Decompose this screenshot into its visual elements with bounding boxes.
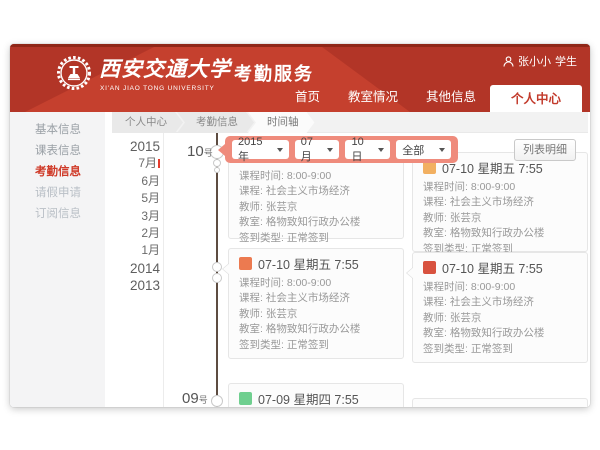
card-row-teacher: 教师: 张芸京 [239,307,393,322]
sidebar-item-schedule-info[interactable]: 课表信息 [10,141,105,162]
chevron-down-icon [277,148,283,152]
card-row-teacher: 教师: 张芸京 [423,211,577,226]
card-row-classroom: 教室: 格物致知行政办公楼 [423,226,577,241]
card-date: 07-10 星期五 7:55 [442,258,543,277]
breadcrumb-personal-center[interactable]: 个人中心 [112,112,183,133]
card-row-course-time: 课程时间: 8:00-9:00 [239,276,393,291]
scale-month-1[interactable]: 1月 [106,242,160,259]
current-month-tick [158,159,160,168]
scale-month-2[interactable]: 2月 [106,225,160,242]
card-row-teacher: 教师: 张芸京 [423,311,577,326]
scale-year-2015[interactable]: 2015 [106,138,160,155]
chevron-down-icon [439,148,445,152]
nav-personal-center[interactable]: 个人中心 [490,85,582,112]
app-title: 考勤服务 [234,60,314,86]
sidebar-item-basic-info[interactable]: 基本信息 [10,120,105,141]
signin-stamp-icon [239,392,252,405]
card-row-classroom: 教室: 格物致知行政办公楼 [239,215,393,230]
year-select-value: 2015年 [238,136,272,164]
main-nav: 首页 教室情况 其他信息 个人中心 [281,85,582,112]
day-label-09: 09号 [182,390,208,407]
timeline-node-small [212,262,222,272]
nav-home[interactable]: 首页 [281,85,334,112]
card-date: 07-10 星期五 7:55 [258,254,359,273]
card-row-signin-type: 签到类型: 正常签到 [239,338,393,353]
app-window: 西安交通大学 XI'AN JIAO TONG UNIVERSITY 考勤服务 张… [10,44,590,407]
app-header: 西安交通大学 XI'AN JIAO TONG UNIVERSITY 考勤服务 张… [10,44,590,112]
user-role: 学生 [555,53,577,69]
sidebar-item-attendance-info[interactable]: 考勤信息 [10,162,105,183]
timeline-node-large [211,395,223,407]
card-row-course-time: 课程时间: 8:00-9:00 [423,180,577,195]
card-row-signin-type: 签到类型: 正常签到 [239,231,393,246]
card-row-course: 课程: 社会主义市场经济 [423,195,577,210]
user-info[interactable]: 张小小 学生 [503,53,577,69]
timeline-node-small [214,167,220,173]
person-icon [503,56,514,67]
sidebar: 基本信息 课表信息 考勤信息 请假申请 订阅信息 [10,112,105,407]
sidebar-item-subscription-info[interactable]: 订阅信息 [10,204,105,225]
card-row-signin-type: 签到类型: 正常签到 [423,342,577,357]
timeline-scale: 2015 7月 6月 5月 3月 2月 1月 2014 2013 [106,138,160,295]
year-select[interactable]: 2015年 [232,140,289,159]
breadcrumb: 个人中心 考勤信息 时间轴 [112,112,588,133]
month-select-value: 07月 [301,136,323,164]
card-row-teacher: 教师: 张芸京 [239,200,393,215]
card-date: 07-09 星期四 7:55 [258,389,359,407]
attendance-card: 07-10 星期五 7:55 课程时间: 8:00-9:00 课程: 社会主义市… [412,152,588,252]
signin-stamp-icon [423,261,436,274]
type-select[interactable]: 全部 [396,140,451,159]
nav-other-info[interactable]: 其他信息 [412,85,490,112]
nav-classrooms[interactable]: 教室情况 [334,85,412,112]
chevron-down-icon [327,148,333,152]
chevron-down-icon [378,148,384,152]
attendance-card: 07-10 星期五 7:55 课程时间: 8:00-9:00 课程: 社会主义市… [412,252,588,363]
card-row-classroom: 教室: 格物致知行政办公楼 [239,322,393,337]
day-label-10: 10号 [187,143,213,160]
university-name-cn: 西安交通大学 [99,53,231,83]
scale-month-5[interactable]: 5月 [106,190,160,207]
scale-month-7[interactable]: 7月 [106,155,160,172]
breadcrumb-attendance-info[interactable]: 考勤信息 [177,112,254,133]
breadcrumb-timeline: 时间轴 [248,112,315,133]
day-select[interactable]: 10日 [345,140,390,159]
card-row-course: 课程: 社会主义市场经济 [239,291,393,306]
scale-year-2014[interactable]: 2014 [106,260,160,277]
month-select[interactable]: 07月 [295,140,340,159]
content-area: 基本信息 课表信息 考勤信息 请假申请 订阅信息 个人中心 考勤信息 时间轴 2… [10,112,590,407]
attendance-card: 07-09 星期四 7:55 [228,383,404,407]
filter-bubble: 2015年 07月 10日 全部 [225,136,458,163]
attendance-card [412,398,588,407]
card-row-course-time: 课程时间: 8:00-9:00 [423,280,577,295]
day-select-value: 10日 [351,136,373,164]
card-pointer [223,263,230,275]
card-row-classroom: 教室: 格物致知行政办公楼 [423,326,577,341]
type-select-value: 全部 [402,142,424,158]
card-row-course: 课程: 社会主义市场经济 [239,184,393,199]
timeline-node-small [213,159,221,167]
bubble-pointer [218,144,225,156]
sidebar-item-leave-request[interactable]: 请假申请 [10,183,105,204]
signin-stamp-icon [239,257,252,270]
list-detail-button[interactable]: 列表明细 [514,139,576,161]
card-row-course-time: 课程时间: 8:00-9:00 [239,169,393,184]
university-name-en: XI'AN JIAO TONG UNIVERSITY [100,85,215,92]
timeline-node-small [212,273,222,283]
attendance-card: 07-10 星期五 7:55 课程时间: 8:00-9:00 课程: 社会主义市… [228,248,404,359]
card-pointer [407,267,414,279]
scale-month-3[interactable]: 3月 [106,208,160,225]
user-name: 张小小 [518,53,551,69]
scale-divider [163,133,164,407]
scale-month-6[interactable]: 6月 [106,173,160,190]
university-emblem-icon [56,55,92,91]
card-row-course: 课程: 社会主义市场经济 [423,295,577,310]
scale-year-2013[interactable]: 2013 [106,277,160,294]
header-top-strip [10,44,590,47]
